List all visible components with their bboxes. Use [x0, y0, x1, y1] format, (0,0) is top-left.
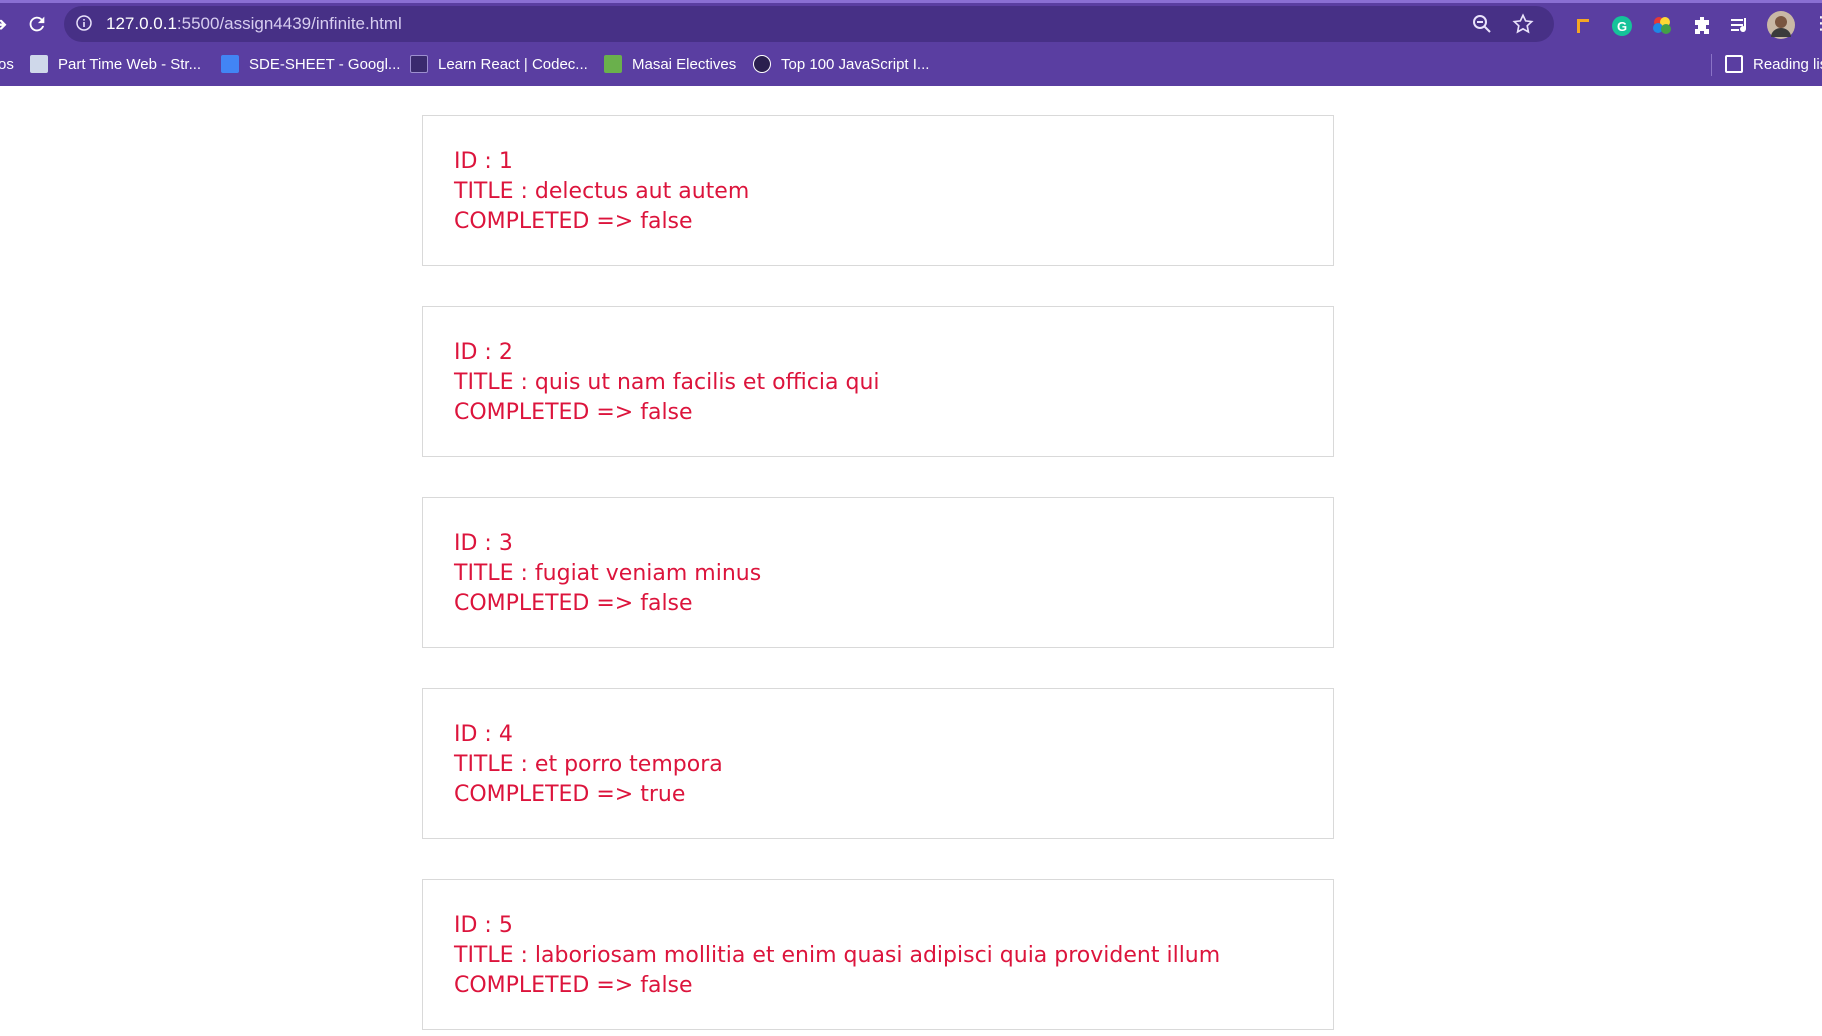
media-control-icon[interactable]	[1728, 14, 1752, 38]
reload-icon[interactable]	[24, 11, 50, 37]
todo-card: ID : 1 TITLE : delectus aut autem COMPLE…	[422, 115, 1334, 266]
reading-list-button[interactable]: Reading lis	[1725, 53, 1822, 77]
bookmark-part-time-web[interactable]: Part Time Web - Str...	[30, 53, 201, 77]
todo-card: ID : 2 TITLE : quis ut nam facilis et of…	[422, 306, 1334, 457]
reading-list-icon	[1725, 55, 1743, 73]
address-bar[interactable]: 127.0.0.1:5500/assign4439/infinite.html	[64, 6, 1554, 42]
svg-text:G: G	[1617, 19, 1627, 34]
bookmark-label: Top 100 JavaScript I...	[781, 56, 930, 73]
menu-dots-icon[interactable]: ⋮	[1808, 11, 1822, 37]
bookmark-cutoff[interactable]: os	[0, 53, 14, 77]
url-text[interactable]: 127.0.0.1:5500/assign4439/infinite.html	[106, 6, 402, 42]
codecademy-icon	[410, 55, 428, 73]
github-icon	[753, 55, 771, 73]
google-docs-icon	[221, 55, 239, 73]
extension-orange-icon[interactable]	[1570, 14, 1594, 38]
todo-title: TITLE : quis ut nam facilis et officia q…	[454, 370, 880, 395]
todo-id: ID : 4	[454, 722, 513, 747]
green-book-icon	[604, 55, 622, 73]
todo-card: ID : 3 TITLE : fugiat veniam minus COMPL…	[422, 497, 1334, 648]
bookmark-sde-sheet[interactable]: SDE-SHEET - Googl...	[221, 53, 400, 77]
todo-title: TITLE : delectus aut autem	[454, 179, 750, 204]
todo-card: ID : 5 TITLE : laboriosam mollitia et en…	[422, 879, 1334, 1030]
bookmark-label: Learn React | Codec...	[438, 56, 588, 73]
todo-completed: COMPLETED => false	[454, 591, 693, 616]
todo-title: TITLE : et porro tempora	[454, 752, 723, 777]
zoom-icon[interactable]	[1472, 14, 1492, 34]
profile-avatar-icon[interactable]	[1767, 11, 1795, 39]
todo-title: TITLE : fugiat veniam minus	[454, 561, 762, 586]
todo-completed: COMPLETED => true	[454, 782, 686, 807]
bookmark-learn-react[interactable]: Learn React | Codec...	[410, 53, 588, 77]
bookmark-star-icon[interactable]	[1512, 13, 1534, 35]
browser-chrome: ➔ 127.0.0.1:5500/assign4439/infinite.htm…	[0, 0, 1822, 86]
reading-list-label: Reading lis	[1753, 56, 1822, 73]
book-icon	[30, 55, 48, 73]
todo-id: ID : 1	[454, 149, 513, 174]
extensions-puzzle-icon[interactable]	[1690, 14, 1714, 38]
bookmark-label: SDE-SHEET - Googl...	[249, 56, 401, 73]
todo-card: ID : 4 TITLE : et porro tempora COMPLETE…	[422, 688, 1334, 839]
bookmarks-divider	[1711, 54, 1712, 76]
grammarly-icon[interactable]: G	[1610, 14, 1634, 38]
todo-id: ID : 5	[454, 913, 513, 938]
todo-id: ID : 3	[454, 531, 513, 556]
info-icon[interactable]	[76, 15, 92, 31]
bookmark-top-100-javascript[interactable]: Top 100 JavaScript I...	[753, 53, 929, 77]
color-picker-icon[interactable]	[1650, 14, 1674, 38]
todo-completed: COMPLETED => false	[454, 400, 693, 425]
page-content: ID : 1 TITLE : delectus aut autem COMPLE…	[0, 86, 1822, 1036]
todo-title: TITLE : laboriosam mollitia et enim quas…	[454, 943, 1221, 968]
todo-completed: COMPLETED => false	[454, 209, 693, 234]
forward-icon[interactable]: ➔	[0, 11, 12, 37]
bookmark-masai-electives[interactable]: Masai Electives	[604, 53, 736, 77]
bookmark-label: Part Time Web - Str...	[58, 56, 202, 73]
browser-toolbar: ➔ 127.0.0.1:5500/assign4439/infinite.htm…	[0, 3, 1822, 45]
bookmarks-bar: os Part Time Web - Str... SDE-SHEET - Go…	[0, 48, 1822, 82]
todo-completed: COMPLETED => false	[454, 973, 693, 998]
bookmark-label: Masai Electives	[632, 56, 737, 73]
todo-id: ID : 2	[454, 340, 513, 365]
